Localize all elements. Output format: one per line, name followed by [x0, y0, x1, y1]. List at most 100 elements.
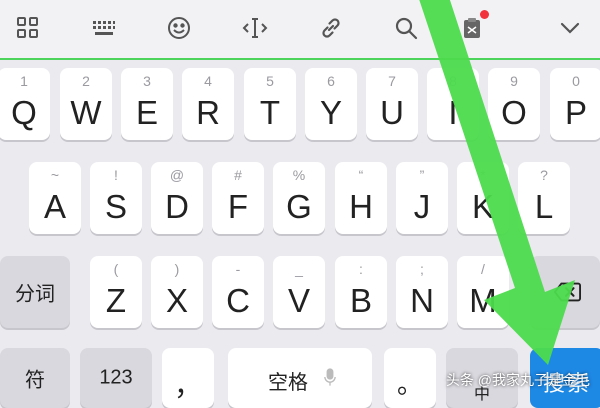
key-hint: %: [292, 167, 306, 183]
key-letter: G: [286, 188, 312, 225]
key-b[interactable]: :B: [335, 256, 387, 328]
clipboard-icon[interactable]: [455, 10, 491, 46]
key-p[interactable]: 0P: [550, 68, 600, 140]
key-u[interactable]: 7U: [366, 68, 418, 140]
key-w[interactable]: 2W: [60, 68, 112, 140]
key-h[interactable]: “H: [335, 162, 387, 234]
keyboard: 1Q 2W 3E 4R 5T 6Y 7U 8I 9O 0P ~ A ! S @ D #…: [0, 60, 600, 408]
chevron-down-icon[interactable]: [552, 10, 588, 46]
key-l[interactable]: ? L: [518, 162, 570, 234]
key-i[interactable]: 8I: [427, 68, 479, 140]
key-letter: T: [259, 94, 281, 131]
key-letter: O: [501, 94, 527, 131]
microphone-icon: [324, 368, 336, 386]
key-hint: 4: [204, 73, 212, 89]
key-hint: @: [169, 167, 185, 183]
keyboard-toolbar: [0, 0, 600, 58]
key-hint: 9: [510, 73, 518, 89]
key-t[interactable]: 5T: [244, 68, 296, 140]
link-icon[interactable]: [313, 10, 349, 46]
key-letter: D: [165, 188, 189, 225]
key-letter: R: [196, 94, 220, 131]
segment-label: 分词: [15, 283, 55, 306]
key-o[interactable]: 9O: [488, 68, 540, 140]
key-hint: 1: [20, 73, 28, 89]
key-letter: Z: [105, 282, 127, 319]
key-letter: U: [380, 94, 404, 131]
key-letter: E: [135, 94, 158, 131]
search-icon[interactable]: [388, 10, 424, 46]
key-letter: Q: [11, 94, 37, 131]
backspace-icon: [553, 282, 581, 302]
key-s[interactable]: ! S: [90, 162, 142, 234]
key-q[interactable]: 1Q: [0, 68, 50, 140]
key-r[interactable]: 4R: [182, 68, 234, 140]
key-hint: :: [359, 261, 363, 277]
key-letter: S: [104, 188, 127, 225]
key-d[interactable]: @ D: [151, 162, 203, 234]
key-hint: _: [295, 261, 303, 277]
grid-icon[interactable]: [10, 10, 46, 46]
key-letter: F: [227, 188, 249, 225]
keyboard-icon[interactable]: [86, 10, 122, 46]
key-letter: N: [410, 282, 434, 319]
key-letter: A: [43, 188, 66, 225]
key-letter: H: [349, 188, 373, 225]
key-hint: 8: [449, 73, 457, 89]
key-hint: 0: [572, 73, 580, 89]
key-letter: K: [471, 188, 494, 225]
key-letter: Y: [319, 94, 342, 131]
key-hint: ~: [50, 167, 60, 183]
key-hint: 3: [143, 73, 151, 89]
symbol-key[interactable]: 符: [0, 348, 70, 408]
symbol-label: 符: [25, 369, 45, 392]
key-n[interactable]: ; N: [396, 256, 448, 328]
key-hint: 6: [327, 73, 335, 89]
key-hint: ;: [420, 261, 424, 277]
numeric-label: 123: [99, 366, 133, 389]
key-letter: V: [287, 282, 310, 319]
key-hint: ?: [540, 167, 548, 183]
key-letter: W: [70, 94, 102, 131]
key-g[interactable]: % G: [273, 162, 325, 234]
segment-key[interactable]: 分词: [0, 256, 70, 328]
numeric-key[interactable]: 123: [80, 348, 152, 408]
key-y[interactable]: 6Y: [305, 68, 357, 140]
key-f[interactable]: # F: [212, 162, 264, 234]
key-x[interactable]: ) X: [151, 256, 203, 328]
key-hint: 7: [388, 73, 396, 89]
key-letter: P: [564, 94, 587, 131]
key-hint: #: [234, 167, 242, 183]
period-label: 。: [396, 369, 423, 399]
key-hint: “: [358, 167, 364, 183]
key-hint: /: [481, 261, 485, 277]
backspace-key[interactable]: [530, 256, 600, 328]
key-m[interactable]: / M: [457, 256, 509, 328]
comma-key[interactable]: ，: [162, 348, 214, 408]
key-k[interactable]: * K: [457, 162, 509, 234]
key-z[interactable]: (Z: [90, 256, 142, 328]
key-v[interactable]: _ V: [273, 256, 325, 328]
key-letter: J: [413, 188, 431, 225]
key-j[interactable]: ” J: [396, 162, 448, 234]
key-hint: ”: [419, 167, 425, 183]
period-key[interactable]: 。: [384, 348, 436, 408]
key-letter: L: [534, 188, 554, 225]
space-key[interactable]: 空格: [228, 348, 372, 408]
key-hint: ): [174, 261, 180, 277]
key-letter: B: [349, 282, 372, 319]
comma-label: ，: [173, 370, 202, 401]
key-letter: X: [165, 282, 188, 319]
key-hint: *: [480, 167, 486, 183]
key-e[interactable]: 3E: [121, 68, 173, 140]
key-a[interactable]: ~ A: [29, 162, 81, 234]
key-letter: M: [469, 282, 497, 319]
key-letter: C: [226, 282, 250, 319]
notification-dot: [480, 10, 489, 19]
cursor-icon[interactable]: [237, 10, 273, 46]
watermark: 头条 @我家丸子是金毛: [445, 372, 590, 388]
key-c[interactable]: -C: [212, 256, 264, 328]
key-hint: (: [113, 261, 119, 277]
key-hint: 2: [82, 73, 90, 89]
emoji-icon[interactable]: [161, 10, 197, 46]
